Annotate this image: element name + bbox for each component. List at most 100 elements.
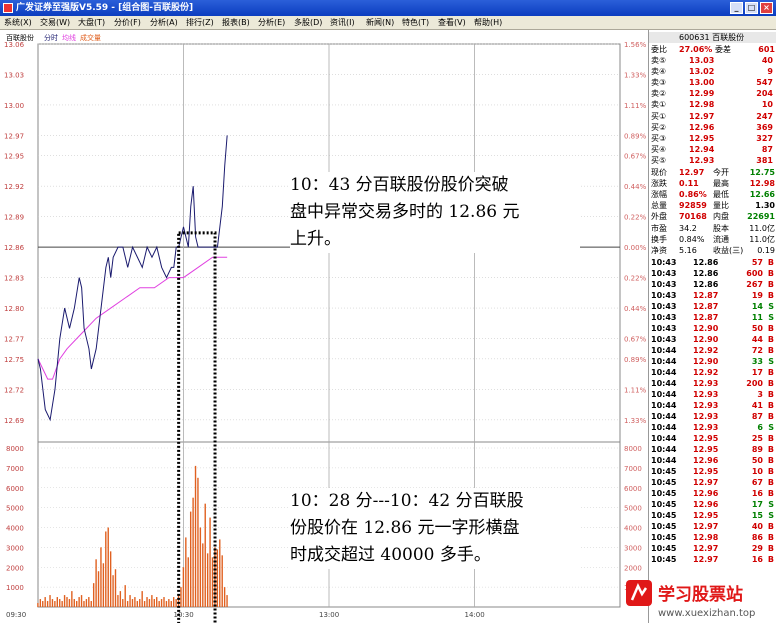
volume-bar: [59, 599, 61, 607]
volume-axis-label: 2000: [6, 564, 24, 572]
buy-level-3-field: 买③: [651, 134, 667, 143]
sell-level-2-field: 12.99: [689, 89, 715, 98]
buy-level-1-field: 12.97: [689, 112, 715, 121]
pct-axis-label: 0.00%: [624, 244, 646, 252]
menu-item-5[interactable]: 排行(Z): [186, 16, 214, 30]
tick-row: 10:43 12.86 267 B: [649, 279, 776, 290]
menu-item-6[interactable]: 报表(B): [222, 16, 250, 30]
tick-row-field: B: [767, 401, 774, 410]
price-axis-label: 12.77: [4, 336, 24, 344]
annotation-top-line1: 10：43 分百联股份股价突破: [290, 175, 509, 195]
tick-row-field: 10:43: [651, 269, 677, 278]
close-button[interactable]: ×: [760, 2, 773, 14]
menu-item-8[interactable]: 多股(D): [294, 16, 322, 30]
tick-row-field: 10:44: [651, 401, 677, 410]
volume-bar: [114, 569, 117, 607]
price-axis-label: 12.69: [4, 417, 24, 425]
stats-row-field: 22691: [747, 212, 775, 221]
volume-bar: [226, 595, 228, 607]
menu-item-2[interactable]: 大盘(T): [78, 16, 105, 30]
tick-row: 10:45 12.95 15 S: [649, 510, 776, 521]
tick-row-field: 10:44: [651, 445, 677, 454]
sell-level-2: 卖② 12.99 204: [649, 88, 776, 99]
tick-row-field: 10:43: [651, 258, 677, 267]
pct-axis-label: 0.89%: [624, 356, 646, 364]
volume-bar: [160, 599, 163, 607]
sell-level-3-field: 13.00: [689, 78, 715, 87]
stats-row-field: 涨跌: [651, 179, 667, 188]
menu-item-0[interactable]: 系统(X): [4, 16, 32, 30]
volume-axis-label-right: 8000: [624, 445, 642, 453]
tick-row-field: 12.86: [693, 269, 719, 278]
fund-row-field: 11.0亿: [749, 224, 775, 233]
price-axis-label: 12.92: [4, 183, 24, 191]
time-axis-label: 09:30: [6, 611, 26, 619]
sell-level-3-field: 547: [756, 78, 773, 87]
stats-row-field: 涨幅: [651, 190, 667, 199]
fund-row: 市盈 34.2 股本 11.0亿: [649, 223, 776, 234]
buy-level-4-field: 87: [761, 145, 773, 154]
volume-bar: [71, 591, 73, 607]
price-axis-label: 12.75: [4, 356, 24, 364]
volume-bar: [194, 465, 197, 607]
sell-level-3: 卖③ 13.00 547: [649, 77, 776, 88]
app-icon: [3, 3, 13, 13]
volume-bar: [143, 601, 146, 607]
tick-row-field: 40: [751, 522, 763, 531]
maximize-button[interactable]: □: [745, 2, 758, 14]
volume-bar: [219, 539, 221, 607]
tick-row-field: B: [767, 533, 774, 542]
menu-item-1[interactable]: 交易(W): [40, 16, 70, 30]
price-axis-label: 12.83: [4, 275, 24, 283]
volume-bar: [46, 601, 49, 607]
annotation-top: 10：43 分百联股份股价突破 盘中异常交易多时的 12.86 元 上升。: [290, 172, 580, 253]
sell-level-4-field: 卖④: [651, 67, 667, 76]
volume-bar: [189, 511, 192, 607]
sell-level-5-field: 40: [761, 56, 773, 65]
menu-item-4[interactable]: 分析(A): [150, 16, 178, 30]
tick-row-field: 12.93: [693, 412, 719, 421]
tick-row-field: B: [767, 412, 774, 421]
tick-row-field: 600: [746, 269, 763, 278]
tick-row-field: 12.87: [693, 291, 719, 300]
tick-row-field: 33: [751, 357, 763, 366]
volume-bar: [73, 599, 75, 607]
volume-axis-label-right: 2000: [624, 564, 642, 572]
fund-row-field: 5.16: [679, 246, 697, 255]
minimize-button[interactable]: _: [730, 2, 743, 14]
menu-item-13[interactable]: 帮助(H): [474, 16, 502, 30]
menu-item-3[interactable]: 分价(F): [114, 16, 141, 30]
tick-row: 10:44 12.90 33 S: [649, 356, 776, 367]
menu-item-9[interactable]: 资讯(I): [330, 16, 355, 30]
menu-item-11[interactable]: 特色(T): [402, 16, 429, 30]
sell-level-2-field: 204: [756, 89, 773, 98]
stats-row-field: 最高: [713, 179, 729, 188]
volume-axis-label: 7000: [6, 465, 24, 473]
stats-row-field: 92859: [679, 201, 707, 210]
menu-item-10[interactable]: 新闻(N): [366, 16, 394, 30]
tick-row: 10:45 12.95 10 B: [649, 466, 776, 477]
tick-row: 10:43 12.87 14 S: [649, 301, 776, 312]
time-axis-label: 10:30: [174, 611, 194, 619]
volume-bar: [177, 595, 180, 607]
tick-row-field: B: [767, 291, 774, 300]
volume-bar: [119, 591, 122, 607]
volume-bar: [134, 597, 136, 607]
price-axis-label: 13.03: [4, 71, 24, 79]
tick-row: 10:44 12.92 17 B: [649, 367, 776, 378]
price-axis-label: 12.86: [4, 244, 25, 252]
buy-level-5: 买⑤ 12.93 381: [649, 155, 776, 166]
volume-bar: [51, 599, 54, 607]
buy-level-5-field: 买⑤: [651, 156, 667, 165]
sell-level-3-field: 卖③: [651, 78, 667, 87]
tick-row: 10:43 12.87 19 B: [649, 290, 776, 301]
menu-item-12[interactable]: 查看(V): [438, 16, 466, 30]
weibi-row-field: 27.06%: [679, 45, 713, 54]
volume-bar: [211, 557, 214, 607]
window-title: 广发证券至强版V5.59 - [组合图-百联股份]: [16, 3, 194, 13]
fund-row-field: 11.0亿: [749, 235, 775, 244]
weibi-row-field: 委差: [715, 45, 731, 54]
tick-row-field: 87: [751, 412, 763, 421]
stats-row: 外盘 70168 内盘 22691: [649, 211, 776, 222]
menu-item-7[interactable]: 分析(E): [258, 16, 285, 30]
